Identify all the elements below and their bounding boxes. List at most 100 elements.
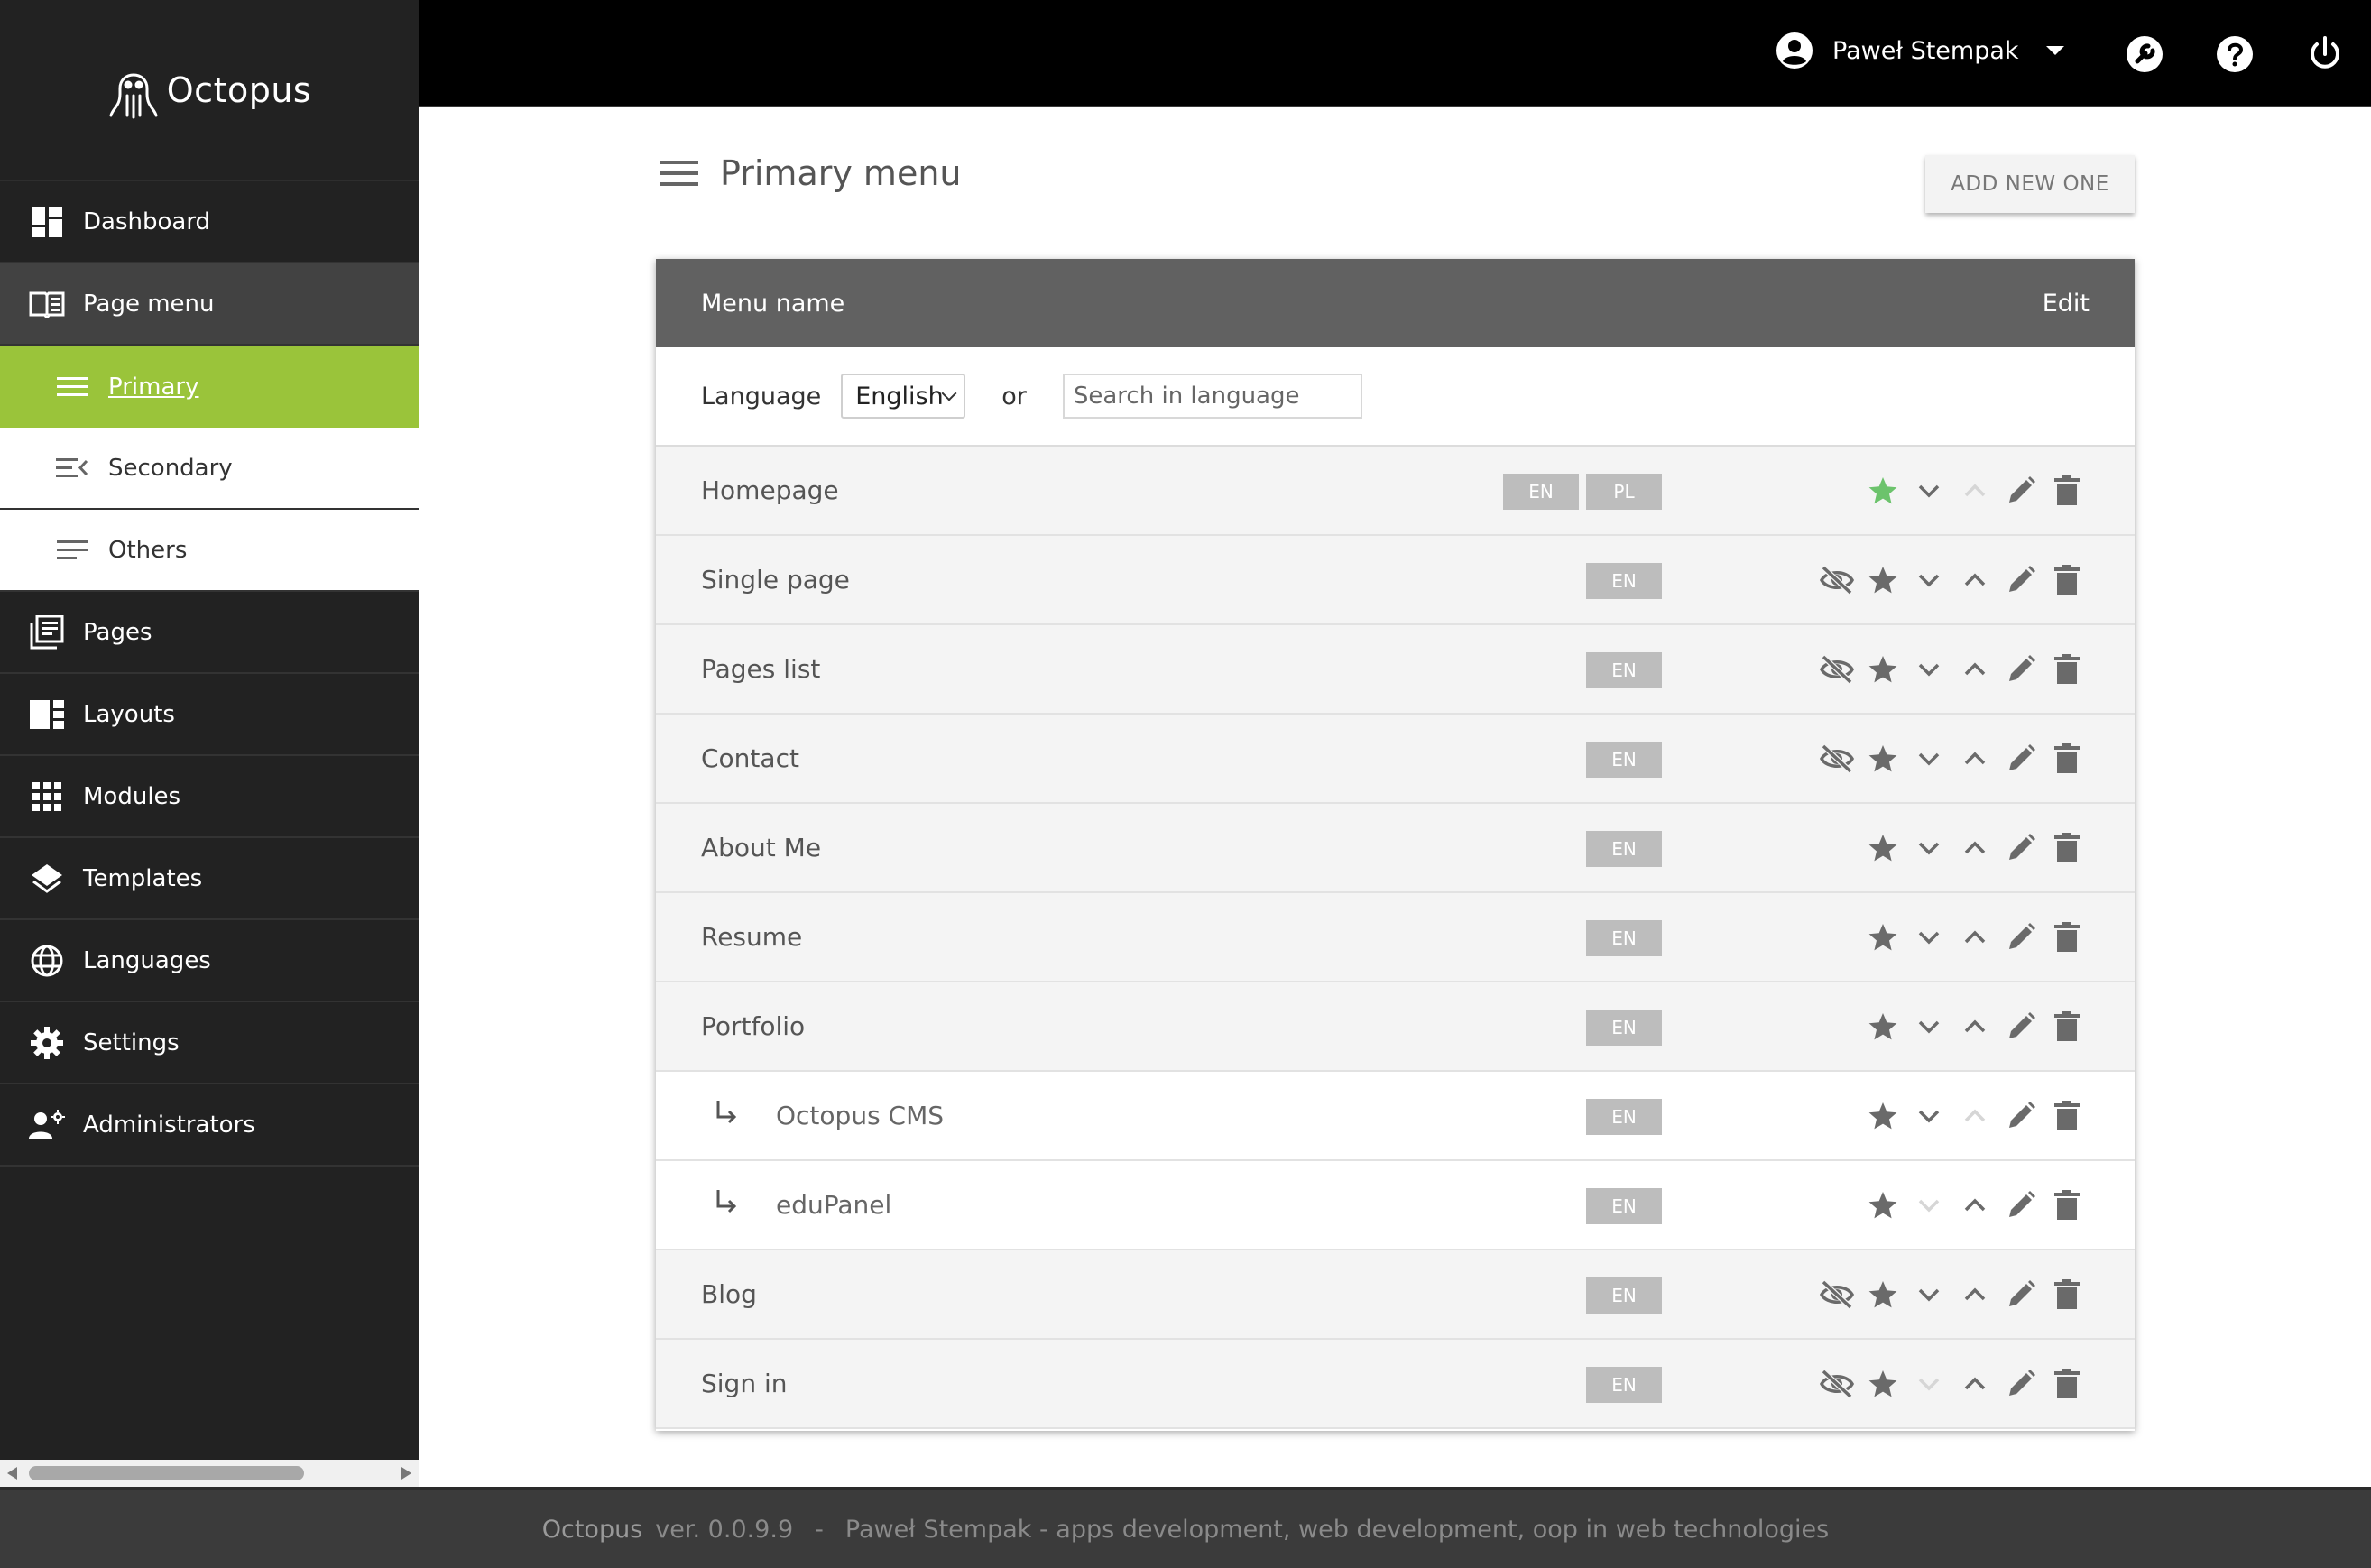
move-up-icon[interactable] xyxy=(1955,828,1995,868)
language-badge[interactable]: EN xyxy=(1586,563,1662,599)
sidebar-item-layouts[interactable]: Layouts xyxy=(0,674,419,756)
language-badge[interactable]: EN xyxy=(1586,831,1662,867)
scroll-right-icon[interactable] xyxy=(401,1467,411,1480)
edit-icon[interactable] xyxy=(2001,471,2041,511)
scrollbar-thumb[interactable] xyxy=(29,1466,304,1480)
row-name[interactable]: Resume xyxy=(701,922,802,952)
edit-icon[interactable] xyxy=(2001,739,2041,779)
row-name[interactable]: eduPanel xyxy=(776,1190,891,1220)
language-badge[interactable]: EN xyxy=(1586,1367,1662,1403)
move-down-icon[interactable] xyxy=(1909,918,1949,957)
move-up-icon[interactable] xyxy=(1955,471,1995,511)
add-new-button[interactable]: ADD NEW ONE xyxy=(1925,155,2135,213)
sidebar-item-templates[interactable]: Templates xyxy=(0,838,419,920)
move-up-icon[interactable] xyxy=(1955,1185,1995,1225)
hidden-eye-icon[interactable] xyxy=(1817,560,1857,600)
move-up-icon[interactable] xyxy=(1955,739,1995,779)
language-badge[interactable]: EN xyxy=(1586,1188,1662,1224)
move-down-icon[interactable] xyxy=(1909,1185,1949,1225)
scroll-left-icon[interactable] xyxy=(7,1467,17,1480)
sidebar-scrollbar[interactable] xyxy=(0,1460,419,1487)
user-menu[interactable]: Paweł Stempak xyxy=(1775,31,2064,70)
delete-icon[interactable] xyxy=(2047,918,2087,957)
star-icon[interactable] xyxy=(1863,1364,1903,1404)
language-search-input[interactable] xyxy=(1062,374,1362,419)
language-badge[interactable]: EN xyxy=(1503,474,1579,510)
move-up-icon[interactable] xyxy=(1955,1275,1995,1314)
row-name[interactable]: Portfolio xyxy=(701,1011,805,1041)
language-badge[interactable]: PL xyxy=(1586,474,1662,510)
move-up-icon[interactable] xyxy=(1955,1096,1995,1136)
language-badge[interactable]: EN xyxy=(1586,1277,1662,1314)
language-select[interactable]: English xyxy=(841,374,966,419)
move-down-icon[interactable] xyxy=(1909,650,1949,689)
language-badge[interactable]: EN xyxy=(1586,652,1662,688)
hidden-eye-icon[interactable] xyxy=(1817,739,1857,779)
hidden-eye-icon[interactable] xyxy=(1817,650,1857,689)
move-up-icon[interactable] xyxy=(1955,650,1995,689)
edit-icon[interactable] xyxy=(2001,1185,2041,1225)
sidebar-item-modules[interactable]: Modules xyxy=(0,756,419,838)
move-up-icon[interactable] xyxy=(1955,918,1995,957)
sidebar-item-administrators[interactable]: Administrators xyxy=(0,1084,419,1167)
edit-icon[interactable] xyxy=(2001,1096,2041,1136)
wrench-icon[interactable] xyxy=(2125,34,2164,74)
sidebar-item-settings[interactable]: Settings xyxy=(0,1002,419,1084)
move-up-icon[interactable] xyxy=(1955,560,1995,600)
row-name[interactable]: Contact xyxy=(701,743,799,773)
star-icon[interactable] xyxy=(1863,828,1903,868)
move-down-icon[interactable] xyxy=(1909,1096,1949,1136)
delete-icon[interactable] xyxy=(2047,650,2087,689)
row-name[interactable]: Pages list xyxy=(701,654,820,684)
move-down-icon[interactable] xyxy=(1909,1007,1949,1047)
star-icon[interactable] xyxy=(1863,1096,1903,1136)
row-name[interactable]: Homepage xyxy=(701,475,839,505)
edit-icon[interactable] xyxy=(2001,1007,2041,1047)
delete-icon[interactable] xyxy=(2047,1275,2087,1314)
hidden-eye-icon[interactable] xyxy=(1817,1364,1857,1404)
edit-icon[interactable] xyxy=(2001,918,2041,957)
row-name[interactable]: Sign in xyxy=(701,1369,788,1398)
delete-icon[interactable] xyxy=(2047,471,2087,511)
row-name[interactable]: Blog xyxy=(701,1279,757,1309)
power-icon[interactable] xyxy=(2305,34,2345,74)
edit-icon[interactable] xyxy=(2001,1275,2041,1314)
star-icon[interactable] xyxy=(1863,918,1903,957)
row-name[interactable]: About Me xyxy=(701,833,821,862)
sidebar-item-languages[interactable]: Languages xyxy=(0,920,419,1002)
help-icon[interactable] xyxy=(2215,34,2255,74)
sidebar-item-page-menu[interactable]: Page menu xyxy=(0,263,419,346)
move-up-icon[interactable] xyxy=(1955,1007,1995,1047)
language-badge[interactable]: EN xyxy=(1586,742,1662,778)
submenu-item-others[interactable]: Others xyxy=(0,510,419,592)
star-icon[interactable] xyxy=(1863,650,1903,689)
submenu-item-primary[interactable]: Primary xyxy=(0,346,419,428)
move-down-icon[interactable] xyxy=(1909,828,1949,868)
row-name[interactable]: Single page xyxy=(701,565,850,595)
star-icon[interactable] xyxy=(1863,1275,1903,1314)
edit-icon[interactable] xyxy=(2001,560,2041,600)
sidebar-item-pages[interactable]: Pages xyxy=(0,592,419,674)
star-icon[interactable] xyxy=(1863,1185,1903,1225)
language-badge[interactable]: EN xyxy=(1586,1010,1662,1046)
star-icon[interactable] xyxy=(1863,1007,1903,1047)
delete-icon[interactable] xyxy=(2047,1096,2087,1136)
edit-icon[interactable] xyxy=(2001,828,2041,868)
delete-icon[interactable] xyxy=(2047,560,2087,600)
star-icon[interactable] xyxy=(1863,739,1903,779)
row-name[interactable]: Octopus CMS xyxy=(776,1101,944,1130)
star-icon[interactable] xyxy=(1863,471,1903,511)
delete-icon[interactable] xyxy=(2047,1007,2087,1047)
logo[interactable]: Octopus xyxy=(0,0,419,181)
hidden-eye-icon[interactable] xyxy=(1817,1275,1857,1314)
move-down-icon[interactable] xyxy=(1909,1275,1949,1314)
move-down-icon[interactable] xyxy=(1909,1364,1949,1404)
move-down-icon[interactable] xyxy=(1909,739,1949,779)
star-icon[interactable] xyxy=(1863,560,1903,600)
move-down-icon[interactable] xyxy=(1909,471,1949,511)
language-badge[interactable]: EN xyxy=(1586,1099,1662,1135)
move-down-icon[interactable] xyxy=(1909,560,1949,600)
delete-icon[interactable] xyxy=(2047,739,2087,779)
sidebar-item-dashboard[interactable]: Dashboard xyxy=(0,181,419,263)
language-badge[interactable]: EN xyxy=(1586,920,1662,956)
